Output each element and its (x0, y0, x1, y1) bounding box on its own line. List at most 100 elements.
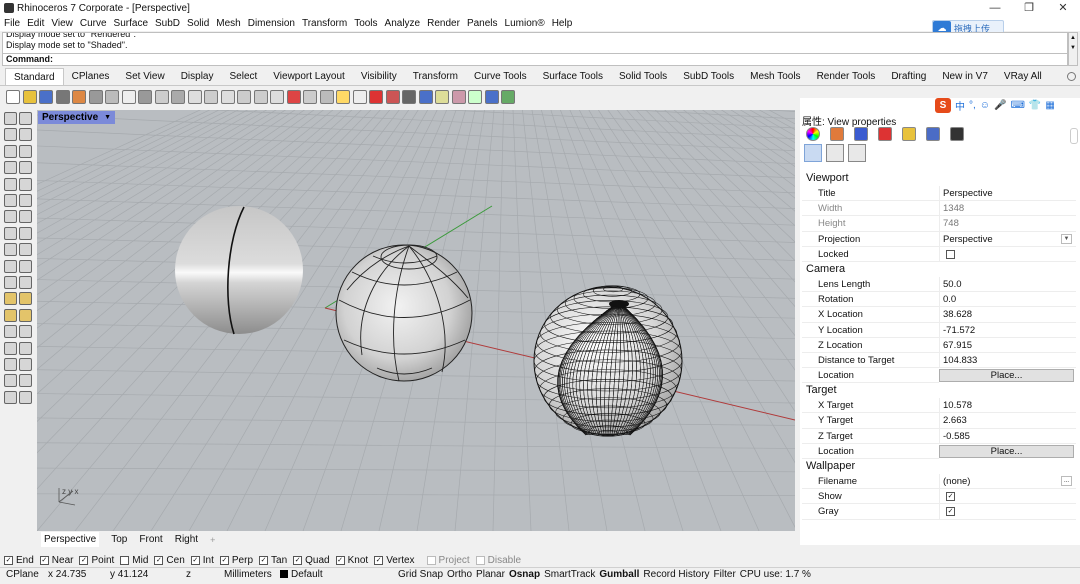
polygon-icon[interactable] (19, 161, 32, 175)
osnap-project[interactable]: Project (426, 555, 470, 566)
osnap-checkbox[interactable] (426, 555, 436, 565)
render-icon[interactable] (4, 374, 17, 388)
status-toggle-ortho[interactable]: Ortho (447, 569, 472, 580)
panel-scrollbar[interactable] (1070, 128, 1078, 144)
tab-drafting[interactable]: Drafting (883, 68, 934, 85)
viewport-canvas[interactable]: z y x (37, 110, 795, 531)
status-toggle-osnap[interactable]: Osnap (509, 569, 540, 580)
tab-set-view[interactable]: Set View (117, 68, 172, 85)
browse-button[interactable]: ... (1061, 476, 1072, 486)
osnap-checkbox[interactable]: ✓ (39, 555, 49, 565)
split-icon[interactable] (4, 292, 17, 306)
osnap-disable[interactable]: Disable (475, 555, 521, 566)
zoom-window-icon[interactable] (204, 90, 218, 104)
tab-standard[interactable]: Standard (5, 68, 64, 85)
ime-punct-icon[interactable]: °, (969, 100, 976, 111)
named-views-icon[interactable] (826, 144, 844, 162)
info-icon[interactable] (501, 90, 515, 104)
tab-perspective[interactable]: Perspective (41, 532, 100, 547)
property-value-field[interactable]: Perspective (939, 231, 1076, 247)
cylinder-icon[interactable] (19, 226, 32, 240)
box-icon[interactable] (4, 210, 17, 224)
menu-item-analyze[interactable]: Analyze (385, 18, 421, 29)
point-icon[interactable] (19, 112, 32, 125)
property-value-field[interactable]: -0.585 (939, 428, 1076, 444)
perspective-viewport[interactable]: z y x Perspective ▼ (37, 110, 795, 531)
ime-toolbox-icon[interactable]: ▦ (1045, 100, 1054, 111)
minimize-button[interactable]: — (978, 0, 1012, 16)
menu-item-panels[interactable]: Panels (467, 18, 498, 29)
text-icon[interactable] (19, 325, 32, 339)
layer-indicator[interactable]: Default (280, 569, 398, 580)
tab-new-in-v7[interactable]: New in V7 (934, 68, 996, 85)
array-icon[interactable] (19, 276, 32, 289)
tab-mesh-tools[interactable]: Mesh Tools (742, 68, 808, 85)
undo-icon[interactable] (138, 90, 152, 104)
osnap-quad[interactable]: ✓ Quad (293, 555, 330, 566)
group-icon[interactable] (19, 358, 32, 371)
render-preview-icon[interactable] (418, 90, 433, 104)
status-toggle-gumball[interactable]: Gumball (599, 569, 639, 580)
property-value-field[interactable]: Perspective (939, 186, 1076, 202)
property-value-field[interactable]: -71.572 (939, 322, 1076, 338)
menu-item-transform[interactable]: Transform (302, 18, 347, 29)
zoom-icon[interactable] (187, 90, 202, 104)
tab-display[interactable]: Display (173, 68, 222, 85)
osnap-checkbox[interactable]: ✓ (259, 555, 269, 565)
tab-solid-tools[interactable]: Solid Tools (611, 68, 675, 85)
osnap-knot[interactable]: ✓ Knot (335, 555, 368, 566)
render-icon[interactable] (385, 90, 400, 104)
tab-curve-tools[interactable]: Curve Tools (466, 68, 535, 85)
menu-item-curve[interactable]: Curve (80, 18, 107, 29)
status-toggle-planar[interactable]: Planar (476, 569, 505, 580)
restore-button[interactable]: ❐ (1012, 0, 1046, 16)
menu-item-lumion[interactable]: Lumion® (505, 18, 545, 29)
paste-icon[interactable] (121, 90, 136, 104)
osnap-checkbox[interactable] (475, 555, 485, 565)
rotate-view-icon[interactable] (171, 90, 185, 104)
osnap-checkbox[interactable]: ✓ (374, 555, 384, 565)
menu-item-help[interactable]: Help (552, 18, 573, 29)
place-button[interactable]: Place... (939, 369, 1074, 383)
group-icon[interactable] (468, 90, 482, 104)
cplane-icon[interactable] (286, 90, 301, 104)
display-icon[interactable] (950, 127, 964, 141)
menu-item-render[interactable]: Render (427, 18, 460, 29)
texture-icon[interactable] (926, 127, 940, 141)
property-value-field[interactable]: 50.0 (939, 276, 1076, 293)
curve-icon[interactable] (19, 128, 32, 142)
tab-front[interactable]: Front (139, 534, 162, 545)
units-label[interactable]: Millimeters (224, 569, 280, 580)
status-toggle-filter[interactable]: Filter (714, 569, 736, 580)
menu-item-file[interactable]: File (4, 18, 20, 29)
tab-select[interactable]: Select (222, 68, 266, 85)
status-toggle-smarttrack[interactable]: SmartTrack (544, 569, 595, 580)
dimension-icon[interactable] (4, 325, 17, 339)
trim-icon[interactable] (19, 292, 32, 306)
property-value-field[interactable]: (none) (939, 474, 1076, 490)
lock-icon[interactable] (352, 90, 367, 104)
ime-keyboard-icon[interactable]: ⌨ (1010, 100, 1024, 111)
material-icon[interactable] (806, 127, 820, 141)
menu-item-subd[interactable]: SubD (155, 18, 180, 29)
property-value-field[interactable]: 10.578 (939, 398, 1076, 414)
import-icon[interactable] (72, 90, 86, 104)
osnap-cen[interactable]: ✓ Cen (154, 555, 185, 566)
fillet-icon[interactable] (19, 177, 32, 191)
status-toggle-record-history[interactable]: Record History (643, 569, 709, 580)
select-icon[interactable] (4, 112, 17, 125)
add-viewport-tab[interactable]: + (210, 535, 215, 545)
arc-icon[interactable] (19, 144, 32, 158)
help-icon[interactable] (484, 90, 499, 104)
chevron-down-icon[interactable]: ▼ (1061, 233, 1072, 244)
copy-icon[interactable] (105, 90, 119, 104)
osnap-int[interactable]: ✓ Int (190, 555, 214, 566)
grid-icon[interactable] (253, 90, 268, 104)
sphere-icon[interactable] (19, 210, 32, 224)
property-value-field[interactable]: 2.663 (939, 413, 1076, 429)
light-icon[interactable] (19, 390, 32, 404)
subd-icon[interactable] (19, 259, 32, 273)
property-value-field[interactable]: 0.0 (939, 292, 1076, 308)
osnap-point[interactable]: ✓ Point (79, 555, 114, 566)
named-view-icon[interactable] (303, 90, 317, 104)
